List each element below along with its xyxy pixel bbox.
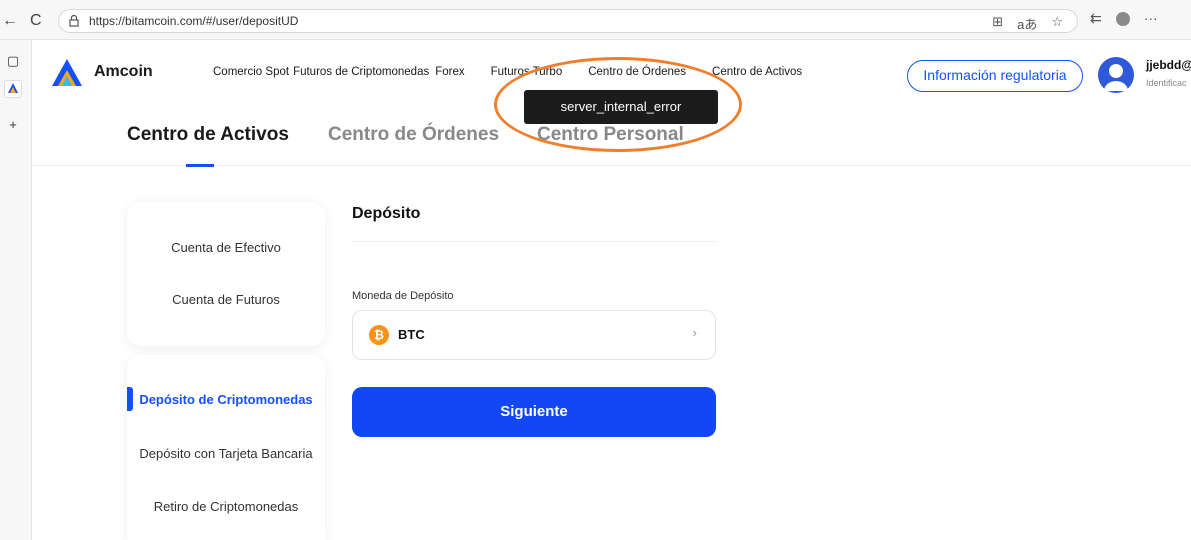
translate-icon[interactable]: aあ — [1017, 14, 1037, 33]
browser-toolbar: ← C https://bitamcoin.com/#/user/deposit… — [0, 0, 1191, 40]
nav-turbo-futures[interactable]: Futuros Turbo — [491, 66, 563, 78]
split-screen-icon[interactable]: ⊞ — [992, 14, 1003, 33]
crypto-deposit-link[interactable]: Depósito de Criptomonedas — [127, 392, 325, 407]
currency-value: BTC — [398, 327, 425, 342]
currency-label: Moneda de Depósito — [352, 290, 454, 302]
avatar[interactable] — [1098, 57, 1134, 93]
nav-order-center[interactable]: Centro de Órdenes — [588, 66, 686, 78]
futures-account-link[interactable]: Cuenta de Futuros — [127, 292, 325, 307]
back-icon[interactable]: ← — [2, 12, 18, 30]
cash-account-link[interactable]: Cuenta de Efectivo — [127, 240, 325, 255]
divider — [352, 241, 716, 242]
tab-order-center[interactable]: Centro de Órdenes — [328, 124, 499, 146]
user-id-label: Identificac — [1146, 78, 1187, 88]
next-button[interactable]: Siguiente — [352, 387, 716, 437]
tab-asset-center[interactable]: Centro de Activos — [127, 124, 289, 146]
favorite-icon[interactable]: ☆ — [1051, 14, 1063, 33]
amcoin-logo[interactable] — [50, 56, 84, 90]
action-panel: Depósito de Criptomonedas Depósito con T… — [127, 355, 325, 540]
collections-icon[interactable]: ⇇ — [1090, 10, 1102, 27]
nav-asset-center[interactable]: Centro de Activos — [712, 66, 802, 78]
profile-icon[interactable] — [1115, 12, 1130, 26]
address-bar[interactable]: https://bitamcoin.com/#/user/depositUD ⊞… — [58, 9, 1078, 33]
new-tab-icon[interactable]: + — [4, 116, 22, 134]
regulatory-info-button[interactable]: Información regulatoria — [907, 60, 1083, 92]
tab-actions-icon[interactable]: ▢ — [4, 52, 22, 70]
nav-crypto-futures[interactable]: Futuros de Criptomonedas — [293, 66, 429, 78]
url-text: https://bitamcoin.com/#/user/depositUD — [89, 14, 299, 28]
tab-favicon-icon[interactable] — [4, 80, 22, 98]
nav-forex[interactable]: Forex — [435, 66, 464, 78]
reload-icon[interactable]: C — [30, 12, 42, 30]
chevron-right-icon: › — [692, 325, 697, 340]
deposit-title: Depósito — [352, 205, 421, 222]
currency-select[interactable]: ₿ BTC › — [352, 310, 716, 360]
error-tooltip: server_internal_error — [524, 90, 718, 124]
top-navigation: Comercio Spot Futuros de Criptomonedas F… — [213, 66, 802, 78]
account-panel: Cuenta de Efectivo Cuenta de Futuros — [127, 202, 325, 346]
bitcoin-icon: ₿ — [369, 325, 389, 345]
lock-icon — [69, 14, 79, 27]
more-icon[interactable]: ··· — [1144, 10, 1158, 27]
tab-personal-center[interactable]: Centro Personal — [537, 124, 684, 146]
crypto-withdraw-link[interactable]: Retiro de Criptomonedas — [127, 499, 325, 514]
browser-sidebar: ▢ + — [0, 40, 32, 540]
card-deposit-link[interactable]: Depósito con Tarjeta Bancaria — [127, 446, 325, 461]
nav-spot-trading[interactable]: Comercio Spot — [213, 66, 289, 78]
active-tab-indicator — [186, 164, 214, 167]
brand-name: Amcoin — [94, 63, 153, 80]
user-name[interactable]: jjebdd@ — [1146, 58, 1191, 72]
